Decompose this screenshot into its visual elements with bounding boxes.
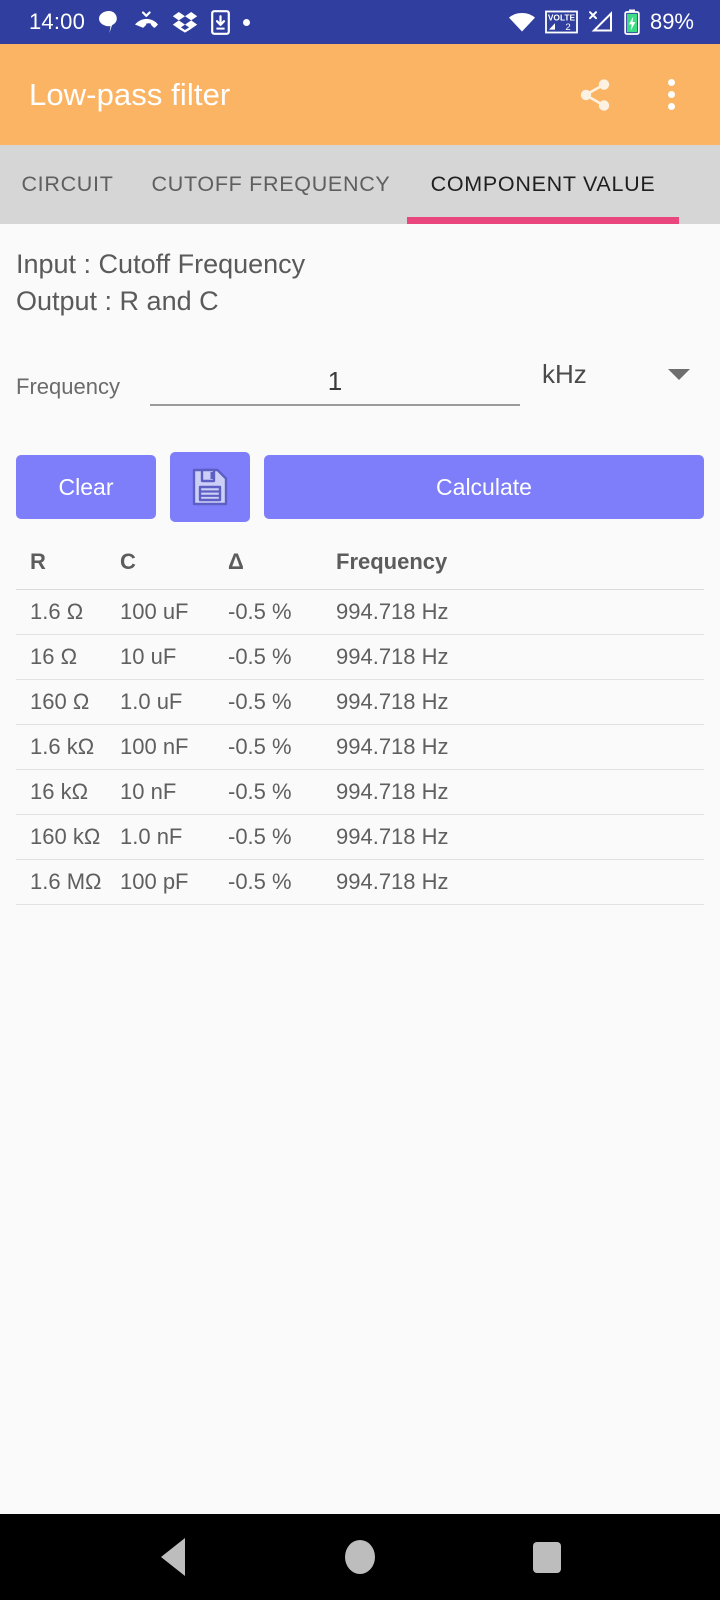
results-table-header-row: R C Δ Frequency: [16, 549, 704, 590]
results-table-body: 1.6 Ω 100 uF -0.5 % 994.718 Hz 16 Ω 10 u…: [16, 589, 704, 905]
table-row[interactable]: 16 Ω 10 uF -0.5 % 994.718 Hz: [16, 634, 704, 680]
cell-delta: -0.5 %: [228, 814, 336, 860]
cell-r: 1.6 MΩ: [16, 859, 120, 905]
table-row[interactable]: 1.6 kΩ 100 nF -0.5 % 994.718 Hz: [16, 724, 704, 770]
back-triangle-icon: [161, 1538, 186, 1576]
missed-call-icon: [135, 11, 159, 28]
frequency-input[interactable]: 1: [150, 358, 520, 406]
cell-r: 1.6 Ω: [16, 589, 120, 635]
home-circle-icon: [344, 1540, 375, 1574]
share-icon: [580, 78, 610, 111]
cell-frequency: 994.718 Hz: [336, 724, 704, 770]
cell-frequency: 994.718 Hz: [336, 634, 704, 680]
save-floppy-icon: [192, 468, 228, 506]
frequency-row: Frequency 1 kHz: [16, 350, 704, 406]
cell-delta: -0.5 %: [228, 589, 336, 635]
calculate-button[interactable]: Calculate: [264, 455, 704, 519]
column-header-delta: Δ: [228, 549, 336, 590]
more-vert-icon: [667, 79, 675, 110]
cell-delta: -0.5 %: [228, 679, 336, 725]
nav-home-button[interactable]: [315, 1514, 405, 1600]
phone-download-icon: [211, 9, 230, 35]
svg-text:2: 2: [565, 22, 570, 33]
tab-circuit[interactable]: CIRCUIT: [0, 145, 135, 224]
column-header-r: R: [16, 549, 120, 590]
output-summary-label: Output : R and C: [16, 286, 219, 316]
volte-signal-icon: VOLTE 2: [545, 10, 578, 34]
status-bar-right: VOLTE 2 89%: [508, 9, 706, 35]
io-summary: Input : Cutoff Frequency Output : R and …: [16, 224, 704, 320]
frequency-label: Frequency: [16, 374, 120, 399]
column-header-frequency: Frequency: [336, 549, 704, 590]
cell-delta: -0.5 %: [228, 769, 336, 815]
tab-component-value-label: COMPONENT VALUE: [430, 172, 656, 196]
cell-c: 10 nF: [120, 769, 228, 815]
cell-r: 1.6 kΩ: [16, 724, 120, 770]
cell-frequency: 994.718 Hz: [336, 679, 704, 725]
cell-delta: -0.5 %: [228, 634, 336, 680]
table-row[interactable]: 160 kΩ 1.0 nF -0.5 % 994.718 Hz: [16, 814, 704, 860]
share-button[interactable]: [572, 72, 618, 118]
unit-select-value: kHz: [542, 359, 587, 389]
frequency-input-value: 1: [327, 366, 343, 396]
dropbox-icon: [172, 12, 198, 33]
tab-component-value[interactable]: COMPONENT VALUE: [407, 145, 679, 224]
tab-bar: CIRCUIT CUTOFF FREQUENCY COMPONENT VALUE: [0, 145, 720, 224]
results-table-head: R C Δ Frequency: [16, 549, 704, 590]
cell-frequency: 994.718 Hz: [336, 769, 704, 815]
status-bar: 14:00 VOLTE 2 89%: [0, 0, 720, 44]
input-summary-label: Input : Cutoff Frequency: [16, 249, 306, 279]
app-bar-actions: [572, 72, 694, 118]
status-bar-clock: 14:00: [29, 9, 86, 34]
cell-c: 100 nF: [120, 724, 228, 770]
cell-r: 160 kΩ: [16, 814, 120, 860]
cell-c: 100 pF: [120, 859, 228, 905]
system-navigation-bar: [0, 1514, 720, 1600]
chevron-down-icon: [668, 369, 690, 380]
cell-c: 100 uF: [120, 589, 228, 635]
cell-r: 16 Ω: [16, 634, 120, 680]
table-row[interactable]: 16 kΩ 10 nF -0.5 % 994.718 Hz: [16, 769, 704, 815]
tab-cutoff-frequency-label: CUTOFF FREQUENCY: [151, 172, 391, 196]
cell-frequency: 994.718 Hz: [336, 589, 704, 635]
cell-r: 160 Ω: [16, 679, 120, 725]
message-bubble-icon: [99, 11, 117, 33]
page-title: Low-pass filter: [29, 76, 231, 112]
status-bar-left: 14:00: [0, 9, 508, 35]
cell-c: 1.0 uF: [120, 679, 228, 725]
tab-cutoff-frequency[interactable]: CUTOFF FREQUENCY: [135, 145, 407, 224]
column-header-c: C: [120, 549, 228, 590]
unit-select[interactable]: kHz: [520, 359, 704, 406]
app-root: 14:00 VOLTE 2 89% Low-pass filter CIRCUI…: [0, 0, 720, 1600]
cell-frequency: 994.718 Hz: [336, 859, 704, 905]
cell-frequency: 994.718 Hz: [336, 814, 704, 860]
table-row[interactable]: 160 Ω 1.0 uF -0.5 % 994.718 Hz: [16, 679, 704, 725]
battery-charging-icon: [624, 9, 640, 35]
recents-square-icon: [532, 1541, 561, 1573]
wifi-icon: [508, 13, 535, 32]
nav-back-button[interactable]: [128, 1514, 218, 1600]
overflow-menu-button[interactable]: [648, 72, 694, 118]
clear-button[interactable]: Clear: [16, 455, 156, 519]
cell-c: 10 uF: [120, 634, 228, 680]
nav-recents-button[interactable]: [502, 1514, 592, 1600]
cell-r: 16 kΩ: [16, 769, 120, 815]
cell-delta: -0.5 %: [228, 724, 336, 770]
cell-c: 1.0 nF: [120, 814, 228, 860]
table-row[interactable]: 1.6 MΩ 100 pF -0.5 % 994.718 Hz: [16, 859, 704, 905]
main-content: Input : Cutoff Frequency Output : R and …: [0, 224, 720, 1514]
no-signal-icon: [588, 11, 612, 32]
tab-circuit-label: CIRCUIT: [21, 172, 114, 196]
save-button[interactable]: [170, 452, 250, 522]
cell-delta: -0.5 %: [228, 859, 336, 905]
results-table: R C Δ Frequency 1.6 Ω 100 uF -0.5 % 994.…: [16, 549, 704, 905]
action-buttons: Clear Calculate: [16, 452, 704, 522]
table-row[interactable]: 1.6 Ω 100 uF -0.5 % 994.718 Hz: [16, 589, 704, 635]
small-dot-icon: [243, 18, 251, 26]
app-bar: Low-pass filter: [0, 44, 720, 145]
tab-active-indicator: [407, 217, 679, 224]
battery-percent-label: 89%: [649, 9, 694, 34]
svg-text:VOLTE: VOLTE: [548, 13, 576, 23]
